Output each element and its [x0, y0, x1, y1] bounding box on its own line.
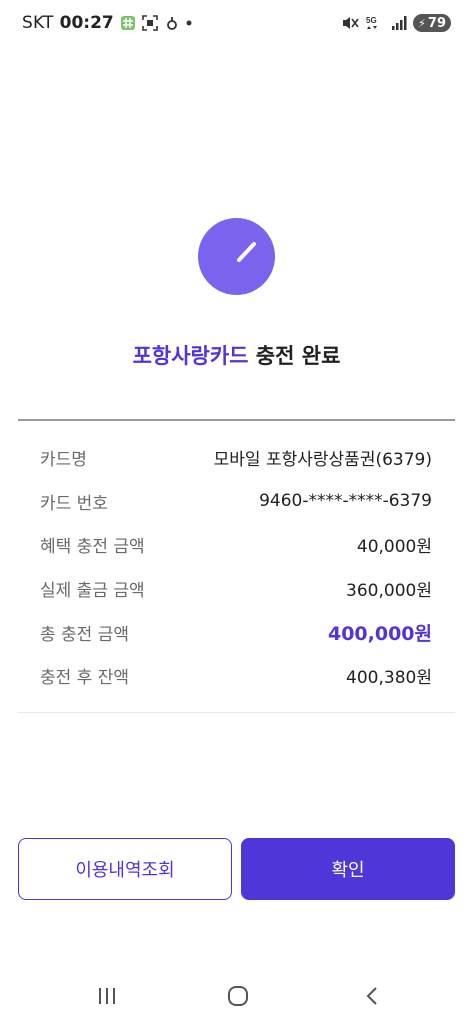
charge-details: 카드명 모바일 포항사랑상품권(6379) 카드 번호 9460-****-**… [40, 436, 432, 698]
detail-value: 360,000원 [346, 581, 432, 602]
battery-level: 79 [427, 15, 446, 31]
detail-value: 400,380원 [346, 668, 432, 689]
detail-value: 9460-****-****-6379 [259, 491, 432, 512]
detail-row-balance: 충전 후 잔액 400,380원 [40, 654, 432, 698]
detail-row-total-charge: 총 충전 금액 400,000원 [40, 610, 432, 654]
5g-network-icon: 5G [366, 16, 378, 29]
clock-time: 00:27 [59, 13, 114, 33]
signal-strength-icon [392, 16, 407, 30]
check-icon [198, 218, 275, 295]
screenshot-icon [141, 15, 158, 31]
svg-text:5G: 5G [366, 16, 377, 25]
card-name-title: 포항사랑카드 [132, 344, 249, 368]
detail-row-withdrawal-amount: 실제 출금 금액 360,000원 [40, 567, 432, 611]
detail-label: 카드명 [40, 450, 87, 471]
more-notifications-dot-icon [186, 20, 192, 26]
detail-label: 카드 번호 [40, 493, 108, 514]
detail-label: 혜택 충전 금액 [40, 537, 145, 558]
recent-apps-icon[interactable] [87, 982, 127, 1010]
confirm-button[interactable]: 확인 [241, 838, 455, 900]
mute-icon [343, 17, 359, 29]
detail-row-bonus-amount: 혜택 충전 금액 40,000원 [40, 523, 432, 567]
detail-label: 충전 후 잔액 [40, 668, 130, 689]
battery-indicator: ⚡ 79 [413, 14, 451, 32]
hashtag-app-icon [120, 16, 135, 30]
total-charge-amount: 400,000원 [327, 622, 432, 645]
charging-icon: ⚡ [418, 16, 426, 30]
divider [18, 419, 455, 421]
navigation-bar [0, 968, 473, 1024]
divider [18, 712, 455, 713]
page-title: 포항사랑카드 충전 완료 [0, 340, 473, 370]
home-icon[interactable] [218, 982, 258, 1010]
detail-row-card-name: 카드명 모바일 포항사랑상품권(6379) [40, 436, 432, 480]
detail-value: 40,000원 [356, 537, 432, 558]
carrier-label: SKT [22, 13, 54, 33]
app-notification-icon [166, 17, 177, 30]
status-bar: SKT 00:27 5G ⚡ 79 [0, 0, 473, 48]
usage-history-button[interactable]: 이용내역조회 [18, 838, 232, 900]
back-icon[interactable] [352, 982, 392, 1010]
detail-label: 실제 출금 금액 [40, 581, 145, 602]
detail-row-card-number: 카드 번호 9460-****-****-6379 [40, 480, 432, 524]
detail-label: 총 충전 금액 [40, 624, 130, 645]
detail-value: 모바일 포항사랑상품권(6379) [213, 450, 432, 471]
completion-text: 충전 완료 [248, 344, 341, 368]
